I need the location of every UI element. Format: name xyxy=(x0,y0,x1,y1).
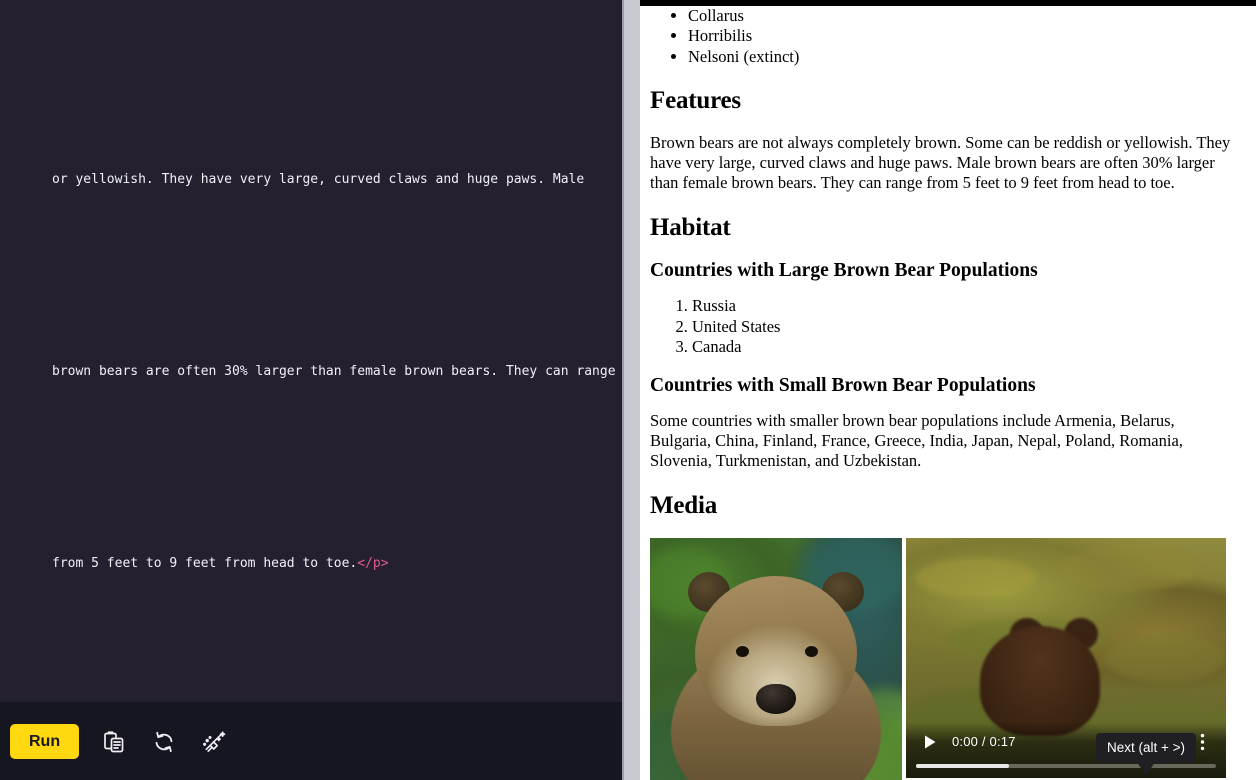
large-populations-list: Russia United States Canada xyxy=(668,296,1238,356)
video-bear-shape xyxy=(980,626,1101,737)
media-heading: Media xyxy=(650,491,718,519)
code-text: brown bears are often 30% larger than fe… xyxy=(52,364,616,379)
video-time-display: 0:00 / 0:17 xyxy=(952,734,1016,750)
preview-pane: Collarus Horribilis Nelsoni (extinct) Fe… xyxy=(640,0,1256,780)
habitat-heading: Habitat xyxy=(650,213,731,241)
code-text: or yellowish. They have very large, curv… xyxy=(52,172,585,187)
code-line-34-cont-1[interactable]: or yellowish. They have very large, curv… xyxy=(0,96,622,240)
code-scroll-area[interactable]: or yellowish. They have very large, curv… xyxy=(0,0,622,702)
video-progress-buffered xyxy=(916,764,1009,769)
code-lines[interactable]: or yellowish. They have very large, curv… xyxy=(0,0,622,702)
code-token-tag: </p> xyxy=(357,556,389,571)
code-text: from 5 feet to 9 feet from head to toe.<… xyxy=(52,552,622,576)
next-button-tooltip: Next (alt + >) xyxy=(1095,733,1197,776)
clipboard-copy-icon[interactable] xyxy=(99,727,129,757)
bear-nose-shape xyxy=(756,684,796,715)
video-progress-bar[interactable] xyxy=(916,764,1216,769)
list-item: Collarus xyxy=(688,6,1238,25)
large-populations-heading: Countries with Large Brown Bear Populati… xyxy=(650,260,1038,282)
features-paragraph: Brown bears are not always completely br… xyxy=(650,132,1231,192)
list-item: Nelsoni (extinct) xyxy=(688,47,1238,66)
brown-bear-image xyxy=(650,538,902,780)
bear-eye-left xyxy=(736,646,749,658)
bear-eye-right xyxy=(805,646,818,658)
run-button[interactable]: Run xyxy=(10,723,80,760)
small-populations-paragraph: Some countries with smaller brown bear p… xyxy=(650,410,1183,470)
code-editor-pane: or yellowish. They have very large, curv… xyxy=(0,0,622,780)
magic-broom-format-icon[interactable] xyxy=(199,727,229,757)
list-item: Canada xyxy=(692,337,1238,356)
code-line-34-cont-2[interactable]: brown bears are often 30% larger than fe… xyxy=(0,288,622,432)
code-editor-app: or yellowish. They have very large, curv… xyxy=(0,0,1256,780)
list-item: Horribilis xyxy=(688,26,1238,45)
code-line-34-cont-3[interactable]: from 5 feet to 9 feet from head to toe.<… xyxy=(0,480,622,624)
list-item: United States xyxy=(692,317,1238,336)
features-heading: Features xyxy=(650,87,741,115)
pane-divider-handle[interactable] xyxy=(622,0,640,780)
small-populations-heading: Countries with Small Brown Bear Populati… xyxy=(650,374,1036,396)
subspecies-list: Collarus Horribilis Nelsoni (extinct) xyxy=(668,6,1238,66)
editor-bottom-toolbar: Run xyxy=(0,702,622,780)
play-icon[interactable] xyxy=(916,728,944,756)
refresh-reset-icon[interactable] xyxy=(149,727,179,757)
list-item: Russia xyxy=(692,296,1238,315)
preview-document: Collarus Horribilis Nelsoni (extinct) Fe… xyxy=(640,6,1256,780)
code-token-text: from 5 feet to 9 feet from head to toe. xyxy=(52,556,358,571)
